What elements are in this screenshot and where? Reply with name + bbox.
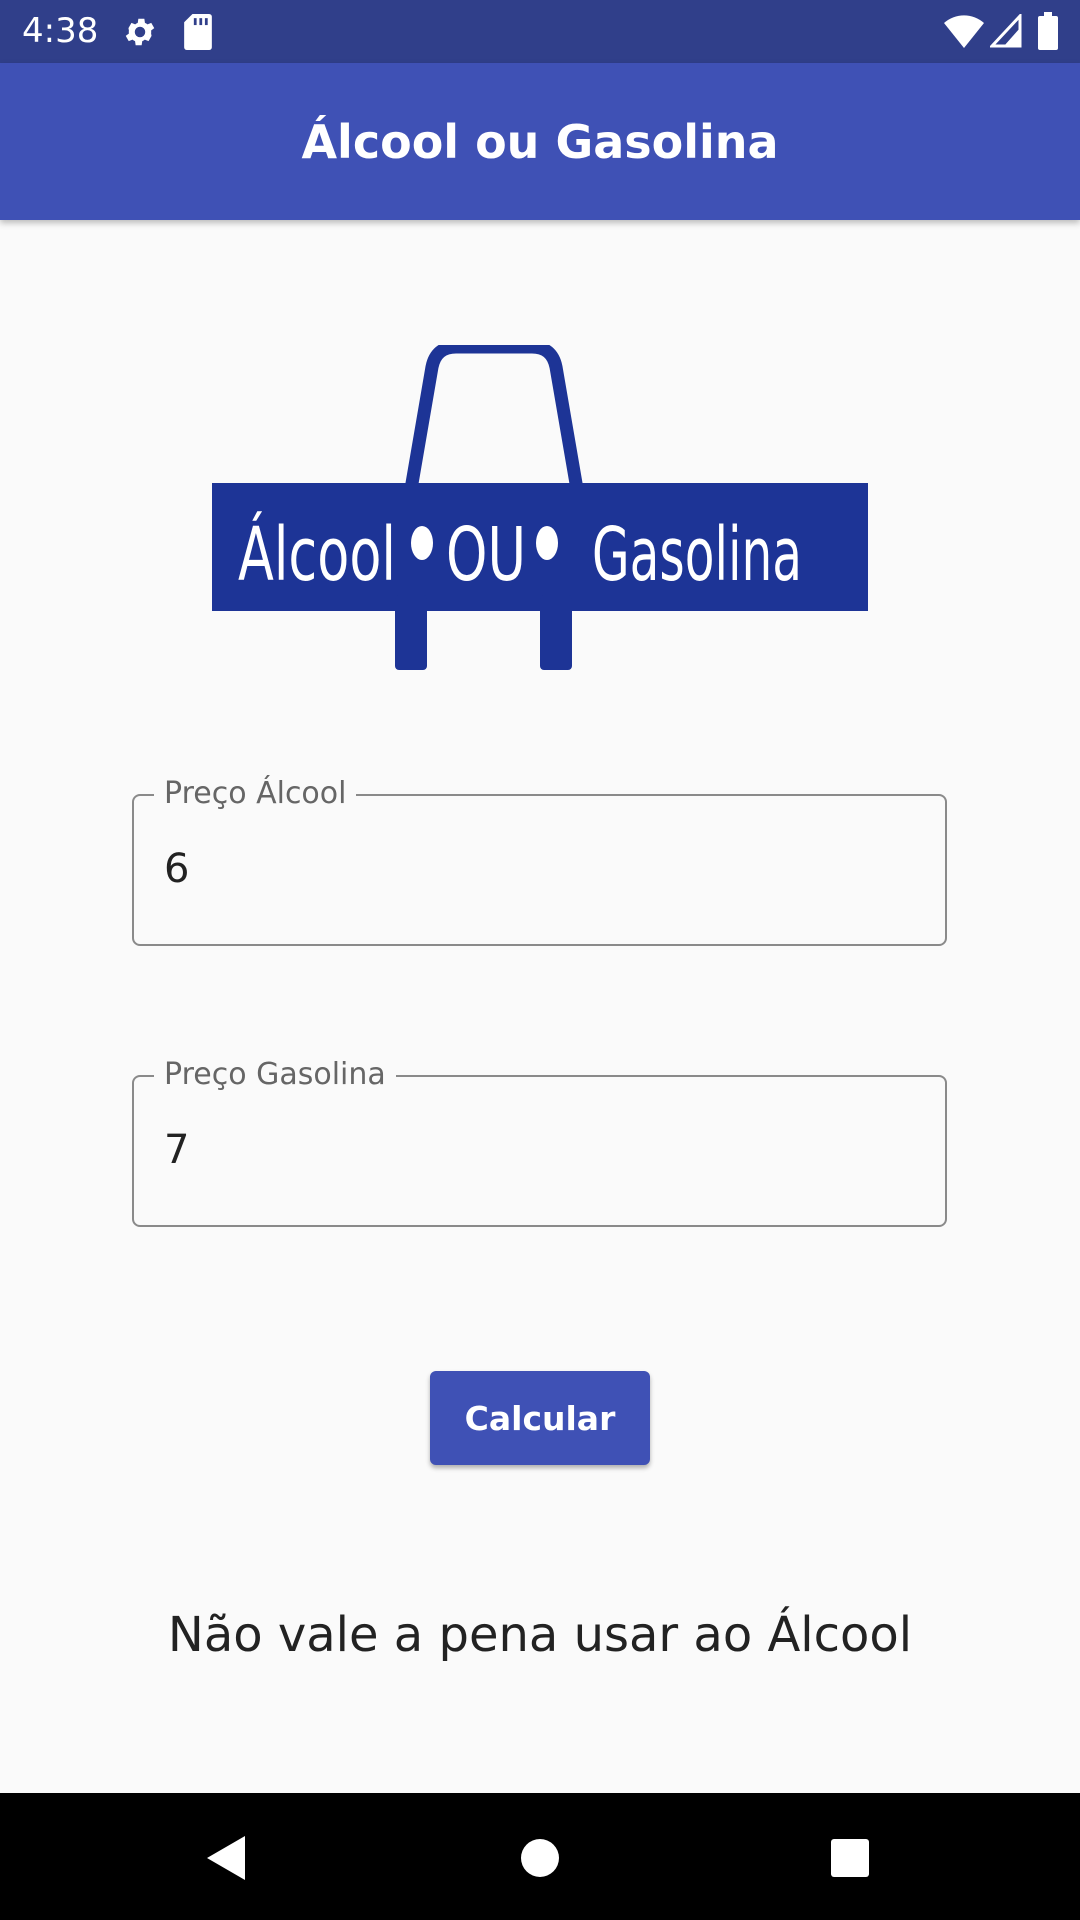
- gear-icon: [122, 14, 158, 54]
- signal-icon: [988, 12, 1022, 52]
- calculate-button[interactable]: Calcular: [430, 1371, 650, 1465]
- recents-icon[interactable]: [815, 1823, 885, 1893]
- car-logo: Álcool OU Gasolina: [210, 340, 870, 670]
- logo-text-alcool: Álcool: [238, 510, 396, 598]
- gasoline-price-input[interactable]: [164, 1125, 904, 1175]
- gasoline-price-label: Preço Gasolina: [154, 1055, 396, 1095]
- gasoline-price-field[interactable]: Preço Gasolina: [132, 1055, 947, 1227]
- status-bar: 4:38: [0, 0, 1080, 63]
- app-title: Álcool ou Gasolina: [301, 114, 779, 169]
- wifi-icon: [944, 14, 984, 52]
- back-icon[interactable]: [190, 1823, 260, 1893]
- logo-text-gasolina: Gasolina: [592, 512, 802, 598]
- alcohol-price-field[interactable]: Preço Álcool: [132, 774, 947, 946]
- sd-card-icon: [184, 14, 212, 54]
- status-time: 4:38: [22, 11, 99, 51]
- navigation-bar: [0, 1793, 1080, 1920]
- alcohol-price-label: Preço Álcool: [154, 774, 357, 814]
- battery-icon: [1038, 12, 1058, 54]
- result-text: Não vale a pena usar ao Álcool: [167, 1607, 913, 1663]
- home-icon[interactable]: [505, 1823, 575, 1893]
- app-screen: 4:38 Álcool ou Gasolina Álcool OU Gasoli…: [0, 0, 1080, 1920]
- app-bar: Álcool ou Gasolina: [0, 63, 1080, 220]
- logo-text-ou: OU: [446, 512, 526, 598]
- alcohol-price-input[interactable]: [164, 844, 904, 894]
